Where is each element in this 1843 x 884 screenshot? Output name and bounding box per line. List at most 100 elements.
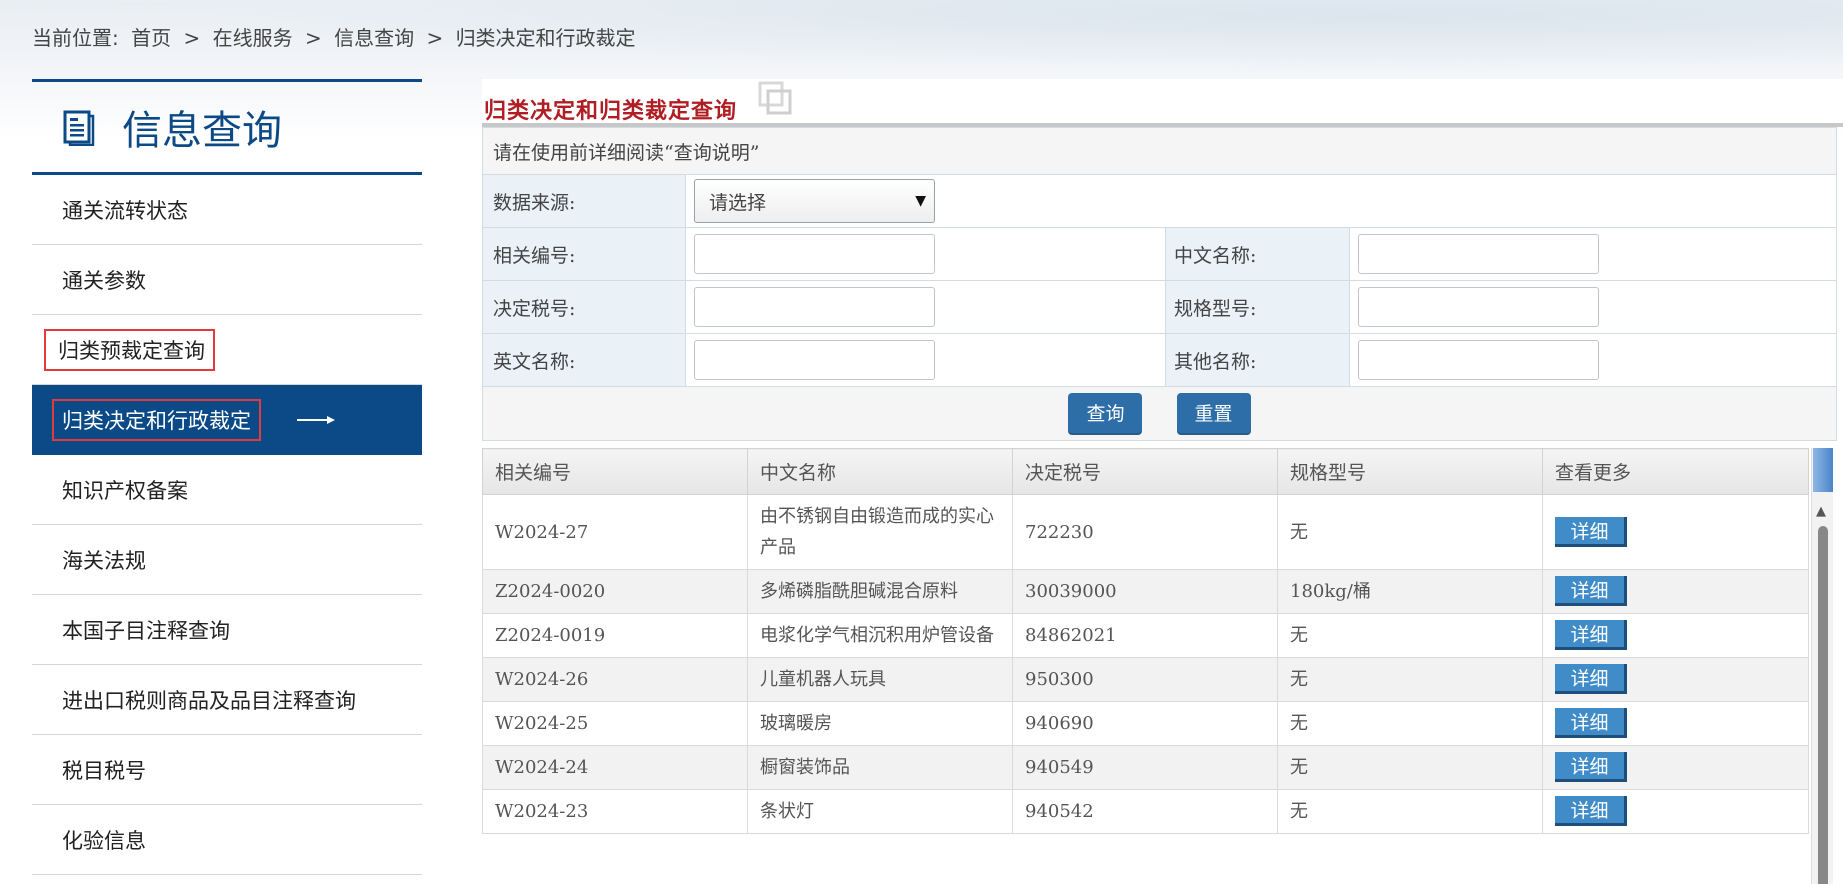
spec-cell xyxy=(1349,280,1837,334)
cell-spec: 无 xyxy=(1277,701,1543,746)
cell-spec: 无 xyxy=(1277,657,1543,702)
breadcrumb-separator: > xyxy=(426,26,444,50)
english-name-input[interactable] xyxy=(694,340,935,380)
sidebar-item-label: 归类预裁定查询 xyxy=(44,328,215,371)
cell-tariff-no: 940690 xyxy=(1012,701,1278,746)
detail-button[interactable]: 详细 xyxy=(1555,664,1627,694)
cell-spec: 180kg/桶 xyxy=(1277,569,1543,614)
detail-button[interactable]: 详细 xyxy=(1555,516,1627,547)
cell-related-no: W2024-26 xyxy=(482,657,748,702)
data-source-label: 数据来源: xyxy=(482,174,686,228)
data-source-select[interactable]: 请选择 ▼ xyxy=(694,179,935,223)
breadcrumb-online-service-link[interactable]: 在线服务 xyxy=(213,26,293,50)
column-header: 查看更多 xyxy=(1542,448,1809,495)
cell-related-no: W2024-23 xyxy=(482,789,748,834)
detail-button[interactable]: 详细 xyxy=(1555,752,1627,782)
cell-spec: 无 xyxy=(1277,789,1543,834)
results-scrollbar[interactable]: ▲ xyxy=(1811,448,1833,884)
spec-input[interactable] xyxy=(1358,287,1599,327)
cell-related-no: W2024-25 xyxy=(482,701,748,746)
other-name-cell xyxy=(1349,333,1837,387)
usage-notice: 请在使用前详细阅读“查询说明” xyxy=(482,127,1837,175)
other-name-label: 其他名称: xyxy=(1165,333,1350,387)
table-row: W2024-24 橱窗装饰品 940549 无 详细 xyxy=(482,745,1809,790)
detail-button[interactable]: 详细 xyxy=(1555,708,1627,738)
cell-tariff-no: 84862021 xyxy=(1012,613,1278,658)
detail-button[interactable]: 详细 xyxy=(1555,796,1627,826)
cell-action: 详细 xyxy=(1542,701,1809,746)
english-name-cell xyxy=(685,333,1166,387)
breadcrumb-home-link[interactable]: 首页 xyxy=(131,26,171,50)
data-source-value: 请选择 xyxy=(709,191,767,214)
scrollbar-thumb[interactable] xyxy=(1813,448,1833,492)
sidebar-title: 信息查询 xyxy=(122,108,282,154)
related-no-input[interactable] xyxy=(694,234,935,274)
sidebar-item-tariff-notes[interactable]: 进出口税则商品及品目注释查询 xyxy=(32,665,422,735)
sidebar-item-label: 海关法规 xyxy=(62,548,146,573)
breadcrumb: 当前位置: 首页 > 在线服务 > 信息查询 > 归类决定和行政裁定 xyxy=(32,22,642,51)
sidebar-item-classification-decision[interactable]: 归类决定和行政裁定 xyxy=(32,385,422,455)
chinese-name-input[interactable] xyxy=(1358,234,1599,274)
results-area: 相关编号 中文名称 决定税号 规格型号 查看更多 W2024-27 由不锈钢自由… xyxy=(482,448,1843,884)
sidebar-item-advance-ruling[interactable]: 归类预裁定查询 xyxy=(32,315,422,385)
title-decoration-icon xyxy=(758,81,792,115)
cell-chinese-name: 儿童机器人玩具 xyxy=(747,657,1013,702)
cell-chinese-name: 橱窗装饰品 xyxy=(747,745,1013,790)
breadcrumb-current: 归类决定和行政裁定 xyxy=(455,26,636,50)
cell-chinese-name: 多烯磷脂酰胆碱混合原料 xyxy=(747,569,1013,614)
query-button[interactable]: 查询 xyxy=(1068,392,1143,435)
detail-button[interactable]: 详细 xyxy=(1555,576,1627,606)
data-source-cell: 请选择 ▼ xyxy=(685,174,1837,228)
column-header: 中文名称 xyxy=(747,448,1013,495)
cell-tariff-no: 950300 xyxy=(1012,657,1278,702)
main-panel: 归类决定和归类裁定查询 请在使用前详细阅读“查询说明” 数据来源: 请选择 ▼ … xyxy=(482,79,1843,884)
cell-chinese-name: 玻璃暖房 xyxy=(747,701,1013,746)
form-actions: 查询 重置 xyxy=(482,386,1837,441)
cell-action: 详细 xyxy=(1542,494,1809,570)
sidebar-item-customs-params[interactable]: 通关参数 xyxy=(32,245,422,315)
column-header: 规格型号 xyxy=(1277,448,1543,495)
chevron-down-icon: ▼ xyxy=(915,193,926,209)
table-row: W2024-26 儿童机器人玩具 950300 无 详细 xyxy=(482,657,1809,702)
breadcrumb-separator: > xyxy=(183,26,201,50)
cell-related-no: W2024-24 xyxy=(482,745,748,790)
other-name-input[interactable] xyxy=(1358,340,1599,380)
breadcrumb-prefix: 当前位置: xyxy=(32,26,119,50)
sidebar-item-label: 知识产权备案 xyxy=(62,478,188,503)
sidebar-header: 信息查询 xyxy=(32,79,422,175)
related-no-cell xyxy=(685,227,1166,281)
sidebar-item-label: 通关参数 xyxy=(62,268,146,293)
chinese-name-label: 中文名称: xyxy=(1165,227,1350,281)
sidebar-item-ip-record[interactable]: 知识产权备案 xyxy=(32,455,422,525)
sidebar-item-label: 进出口税则商品及品目注释查询 xyxy=(62,688,356,713)
page-title: 归类决定和归类裁定查询 xyxy=(484,99,738,124)
column-header: 决定税号 xyxy=(1012,448,1278,495)
spec-label: 规格型号: xyxy=(1165,280,1350,334)
cell-spec: 无 xyxy=(1277,613,1543,658)
reset-button[interactable]: 重置 xyxy=(1176,392,1251,435)
table-row: W2024-23 条状灯 940542 无 详细 xyxy=(482,789,1809,834)
table-row: Z2024-0019 电浆化学气相沉积用炉管设备 84862021 无 详细 xyxy=(482,613,1809,658)
cell-action: 详细 xyxy=(1542,789,1809,834)
cell-related-no: Z2024-0019 xyxy=(482,613,748,658)
cell-related-no: Z2024-0020 xyxy=(482,569,748,614)
cell-tariff-no: 722230 xyxy=(1012,494,1278,570)
breadcrumb-info-query-link[interactable]: 信息查询 xyxy=(334,26,414,50)
table-row: W2024-25 玻璃暖房 940690 无 详细 xyxy=(482,701,1809,746)
sidebar: 信息查询 通关流转状态 通关参数 归类预裁定查询 归类决定和行政裁定 知识产权备… xyxy=(32,79,422,875)
sidebar-item-customs-laws[interactable]: 海关法规 xyxy=(32,525,422,595)
tariff-no-input[interactable] xyxy=(694,287,935,327)
related-no-label: 相关编号: xyxy=(482,227,686,281)
sidebar-item-tariff-numbers[interactable]: 税目税号 xyxy=(32,735,422,805)
cell-chinese-name: 由不锈钢自由锻造而成的实心产品 xyxy=(747,494,1013,570)
scrollbar-track[interactable] xyxy=(1818,526,1828,884)
cell-action: 详细 xyxy=(1542,745,1809,790)
cell-tariff-no: 940549 xyxy=(1012,745,1278,790)
sidebar-item-customs-status[interactable]: 通关流转状态 xyxy=(32,175,422,245)
sidebar-item-subheading-notes[interactable]: 本国子目注释查询 xyxy=(32,595,422,665)
cell-spec: 无 xyxy=(1277,494,1543,570)
scroll-up-icon[interactable]: ▲ xyxy=(1816,504,1826,519)
sidebar-item-lab-info[interactable]: 化验信息 xyxy=(32,805,422,875)
detail-button[interactable]: 详细 xyxy=(1555,620,1627,650)
sidebar-item-label: 税目税号 xyxy=(62,758,146,783)
